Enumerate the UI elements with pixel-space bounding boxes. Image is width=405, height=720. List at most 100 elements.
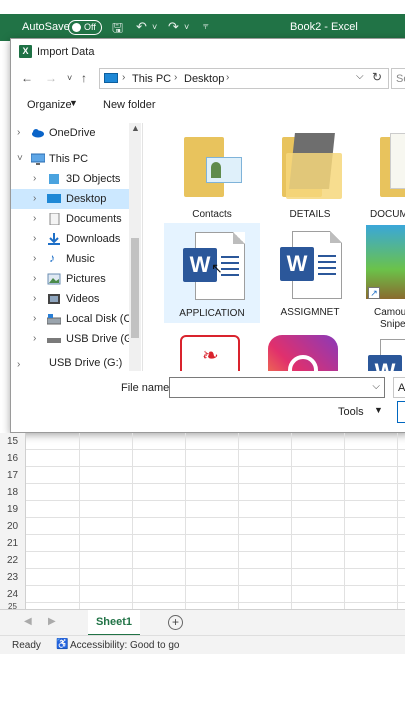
file-item-pdf[interactable]: ❧ [164,331,260,371]
file-item-application[interactable]: W ↖ APPLICATION [164,223,260,323]
usb-icon [47,338,61,343]
chevron-right-icon: › [226,72,230,83]
nav-item-usb-drive-2[interactable]: › USB Drive (G:) [11,357,129,371]
nav-item-label: Videos [66,293,100,305]
address-bar[interactable]: › This PC › Desktop › ⌵ ↻ [99,68,389,89]
address-segment-this-pc[interactable]: This PC [132,73,171,85]
desktop-icon [47,194,61,203]
column-gridline [397,433,398,609]
file-name-input[interactable]: ⌵ [169,377,385,398]
sheet-tab-sheet1[interactable]: Sheet1 [88,610,140,636]
up-arrow-icon[interactable]: ↑ [81,71,87,85]
nav-item-3d-objects[interactable]: › 3D Objects [11,169,129,189]
file-item-contacts[interactable]: Contacts [164,123,260,223]
nav-item-local-disk[interactable]: › Local Disk (C:) [11,309,138,329]
video-icon [48,294,60,304]
row-number[interactable]: 17 [0,467,26,484]
accessibility-icon[interactable]: ♿ [56,639,68,650]
file-item-details[interactable]: DETAILS [262,123,358,223]
import-data-dialog: X Import Data ← → ˅ ↑ › This PC › Deskto… [10,38,405,433]
chevron-right-icon: › [17,359,21,370]
autosave-toggle[interactable]: Off [68,20,102,35]
search-input[interactable]: Se [391,68,405,89]
word-lines [221,256,239,280]
column-gridline [344,433,345,609]
next-sheet-icon[interactable]: ▶ [48,616,56,627]
file-name-line2: Sniper [380,319,405,330]
file-type-filter[interactable]: Al [393,377,405,398]
computer-icon [104,73,118,83]
organize-button[interactable]: Organize [27,99,72,111]
chevron-down-icon[interactable]: ⌵ [372,381,380,392]
row-number[interactable]: 19 [0,501,26,518]
scrollbar-thumb[interactable] [131,238,139,338]
row-number[interactable]: 20 [0,518,26,535]
back-arrow-icon[interactable]: ← [21,71,33,85]
chevron-right-icon: › [33,333,37,344]
tools-button[interactable]: Tools [338,406,364,418]
row-number[interactable]: 16 [0,450,26,467]
row-number[interactable]: 24 [0,586,26,603]
open-button[interactable] [397,401,405,423]
search-placeholder: Se [396,73,405,85]
file-name: APPLICATION [179,308,245,319]
undo-icon[interactable]: ↶ [136,19,147,35]
row-number[interactable]: 23 [0,569,26,586]
file-item-camouflage-sniper[interactable]: ↗ Camouf Sniper [360,223,405,330]
autosave-label: AutoSave [22,21,70,33]
chevron-right-icon: › [33,253,37,264]
nav-item-this-pc[interactable]: ˅ This PC [11,149,129,169]
file-name: Camouf [374,307,405,318]
forward-arrow-icon[interactable]: → [45,71,57,85]
chevron-right-icon: › [33,293,37,304]
caret-down-icon: ▼ [69,98,78,108]
file-item-assigmnet[interactable]: W ASSIGMNET [262,223,358,323]
chevron-right-icon: › [174,72,178,83]
nav-item-videos[interactable]: › Videos [11,289,129,309]
nav-item-onedrive[interactable]: › OneDrive [11,123,129,143]
folder-preview [390,133,405,189]
word-lines [318,255,336,279]
status-bar: Ready ♿ Accessibility: Good to go [0,635,405,654]
refresh-icon[interactable]: ↻ [372,70,382,84]
row-number[interactable]: 18 [0,484,26,501]
nav-item-documents[interactable]: › Documents [11,209,129,229]
cursor-icon: ↖ [211,260,223,276]
nav-pane-scrollbar[interactable]: ▲ [129,123,141,371]
dialog-title-bar: X Import Data [11,39,405,65]
address-segment-desktop[interactable]: Desktop [184,73,224,85]
file-item-word-3[interactable]: W [360,331,405,371]
file-item-instagram[interactable] [262,331,358,371]
folder-front [286,153,342,199]
document-icon [49,213,60,225]
file-name-label: File name: [121,382,173,394]
nav-item-downloads[interactable]: › Downloads [11,229,129,249]
nav-item-music[interactable]: › ♪ Music [11,249,129,269]
nav-item-desktop[interactable]: › Desktop [11,189,129,209]
scroll-up-icon[interactable]: ▲ [131,123,140,133]
pdf-icon: ❧ [180,335,240,371]
toggle-knob [72,23,81,32]
undo-dropdown-icon[interactable]: ˅ [152,22,157,32]
nav-item-usb-drive[interactable]: › USB Drive (G:) [11,329,139,349]
customize-toolbar-icon[interactable]: ⫧ [203,21,209,32]
file-item-documents[interactable]: DOCUM [360,123,405,223]
column-gridline [132,433,133,609]
word-badge: W [280,247,314,281]
caret-down-icon: ▼ [374,405,383,415]
chevron-down-icon: ˅ [17,153,23,164]
accessibility-status[interactable]: Accessibility: Good to go [70,640,180,651]
redo-icon[interactable]: ↷ [168,19,179,35]
redo-dropdown-icon[interactable]: ˅ [184,22,189,32]
chevron-right-icon: › [33,233,37,244]
add-sheet-button[interactable]: + [168,615,183,630]
row-number[interactable]: 15 [0,433,26,450]
previous-sheet-icon[interactable]: ◀ [24,616,32,627]
nav-item-label: Music [66,253,95,265]
row-number[interactable]: 22 [0,552,26,569]
chevron-down-icon[interactable]: ⌵ [356,71,364,82]
recent-locations-icon[interactable]: ˅ [67,73,72,83]
new-folder-button[interactable]: New folder [103,99,156,111]
nav-item-pictures[interactable]: › Pictures [11,269,129,289]
row-number[interactable]: 21 [0,535,26,552]
